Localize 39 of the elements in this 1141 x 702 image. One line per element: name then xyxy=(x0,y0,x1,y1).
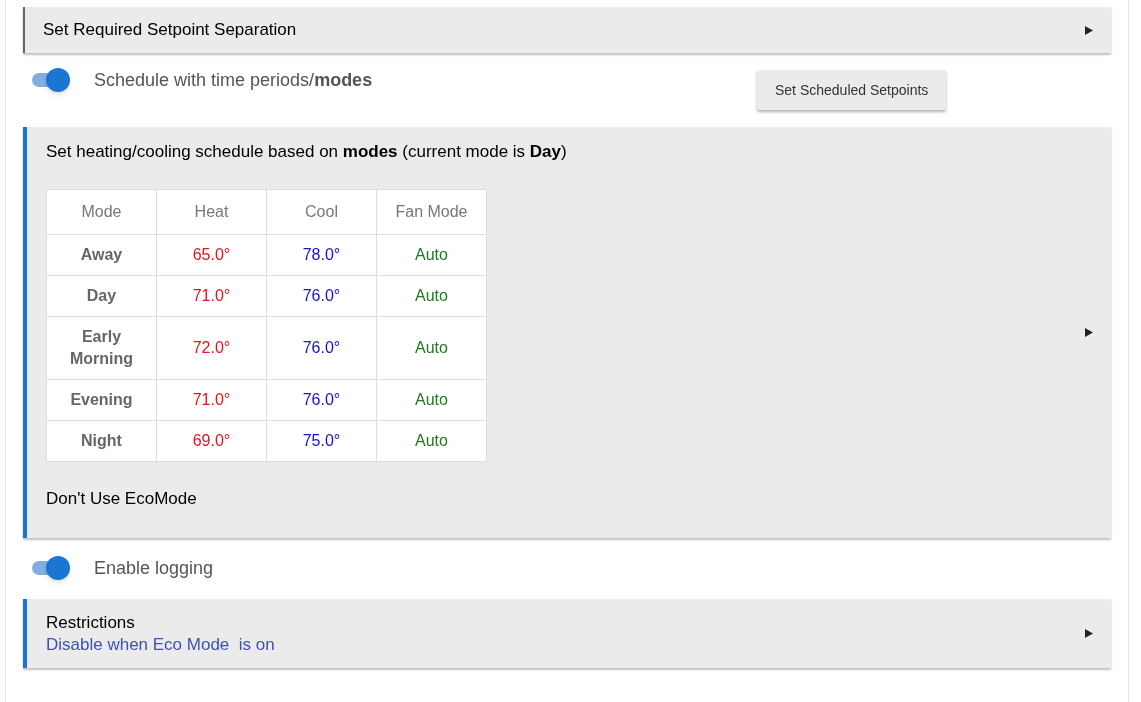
table-cell: Day xyxy=(46,275,157,316)
panel-title: Set Required Setpoint Separation xyxy=(43,19,297,42)
column-header: Fan Mode xyxy=(376,189,487,234)
table-cell: Auto xyxy=(376,420,487,461)
set-setpoints-button[interactable]: Set Scheduled Setpoints xyxy=(757,70,947,110)
toggle-label: Enable logging xyxy=(94,556,214,580)
toggle-switch[interactable] xyxy=(32,68,70,92)
expand-caret-icon[interactable] xyxy=(1085,629,1093,638)
column-header: Mode xyxy=(46,189,157,234)
expand-caret-icon[interactable] xyxy=(1085,25,1093,35)
eco-mode-text: Don't Use EcoMode xyxy=(46,487,198,510)
collapsible-panel[interactable]: Restrictions Disable when Eco Mode is on xyxy=(23,599,1111,668)
table-cell: 76.0° xyxy=(266,275,377,316)
column-header: Cool xyxy=(266,189,377,234)
table-cell: 78.0° xyxy=(266,234,377,275)
restriction-text: Disable when Eco Mode is on xyxy=(46,633,275,656)
table-cell: 71.0° xyxy=(156,275,267,316)
toggle-label: Schedule with time periods/modes xyxy=(94,68,373,92)
table-cell: 76.0° xyxy=(266,316,377,379)
toggle-switch[interactable] xyxy=(32,556,70,580)
table-cell: Night xyxy=(46,420,157,461)
table-cell: Auto xyxy=(376,234,487,275)
table-cell: 75.0° xyxy=(266,420,377,461)
table-cell: 76.0° xyxy=(266,379,377,420)
panel-title: Restrictions xyxy=(46,611,136,634)
collapsible-panel[interactable]: Set Required Setpoint Separation xyxy=(23,7,1111,53)
table-cell: Auto xyxy=(376,316,487,379)
column-header: Heat xyxy=(156,189,267,234)
table-cell: Early Morning xyxy=(46,316,157,379)
table-cell: 65.0° xyxy=(156,234,267,275)
expand-caret-icon[interactable] xyxy=(1085,328,1093,337)
table-cell: Away xyxy=(46,234,157,275)
table-cell: Auto xyxy=(376,275,487,316)
table-cell: 71.0° xyxy=(156,379,267,420)
table-cell: 72.0° xyxy=(156,316,267,379)
table-cell: Auto xyxy=(376,379,487,420)
table-cell: Evening xyxy=(46,379,157,420)
table-cell: 69.0° xyxy=(156,420,267,461)
panel-title: Set heating/cooling schedule based on modes (current mode is Day) xyxy=(46,141,567,163)
